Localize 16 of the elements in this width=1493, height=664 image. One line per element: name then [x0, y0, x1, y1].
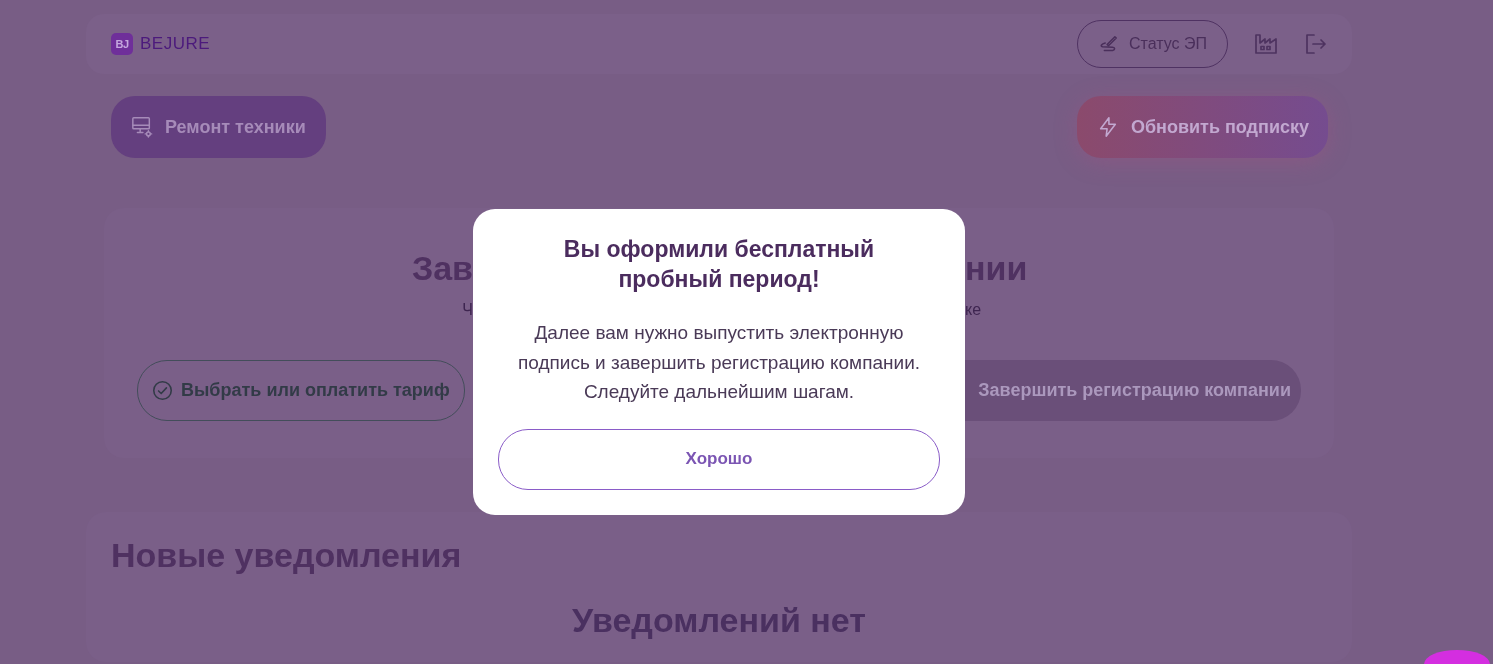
chat-widget-button[interactable] [1424, 650, 1490, 664]
monitor-gear-icon [131, 116, 153, 138]
ok-button[interactable]: Хорошо [498, 428, 940, 490]
choose-tariff-button[interactable]: Выбрать или оплатить тариф [137, 360, 465, 421]
logo-mark[interactable]: BJ [111, 33, 133, 55]
modal-text: Далее вам нужно выпустить электронную подпись и завершить регистрацию компании. Следуйте дальнейшим шагам. [516, 321, 922, 404]
upgrade-subscription-button[interactable]: Обновить подписку [1076, 96, 1328, 158]
repair-button[interactable]: Ремонт техники [111, 96, 326, 158]
check-circle-icon [152, 380, 173, 401]
card-subtitle: Ч [462, 300, 473, 320]
card-subtitle: ке [965, 300, 982, 320]
factory-icon[interactable] [1254, 32, 1278, 56]
logout-icon[interactable] [1304, 32, 1328, 56]
modal-title: Вы оформили бесплатный пробный период! [562, 235, 876, 294]
brand-name[interactable]: BEJURE [140, 34, 211, 54]
finish-registration-button[interactable]: Завершить регистрацию компании [965, 360, 1301, 421]
